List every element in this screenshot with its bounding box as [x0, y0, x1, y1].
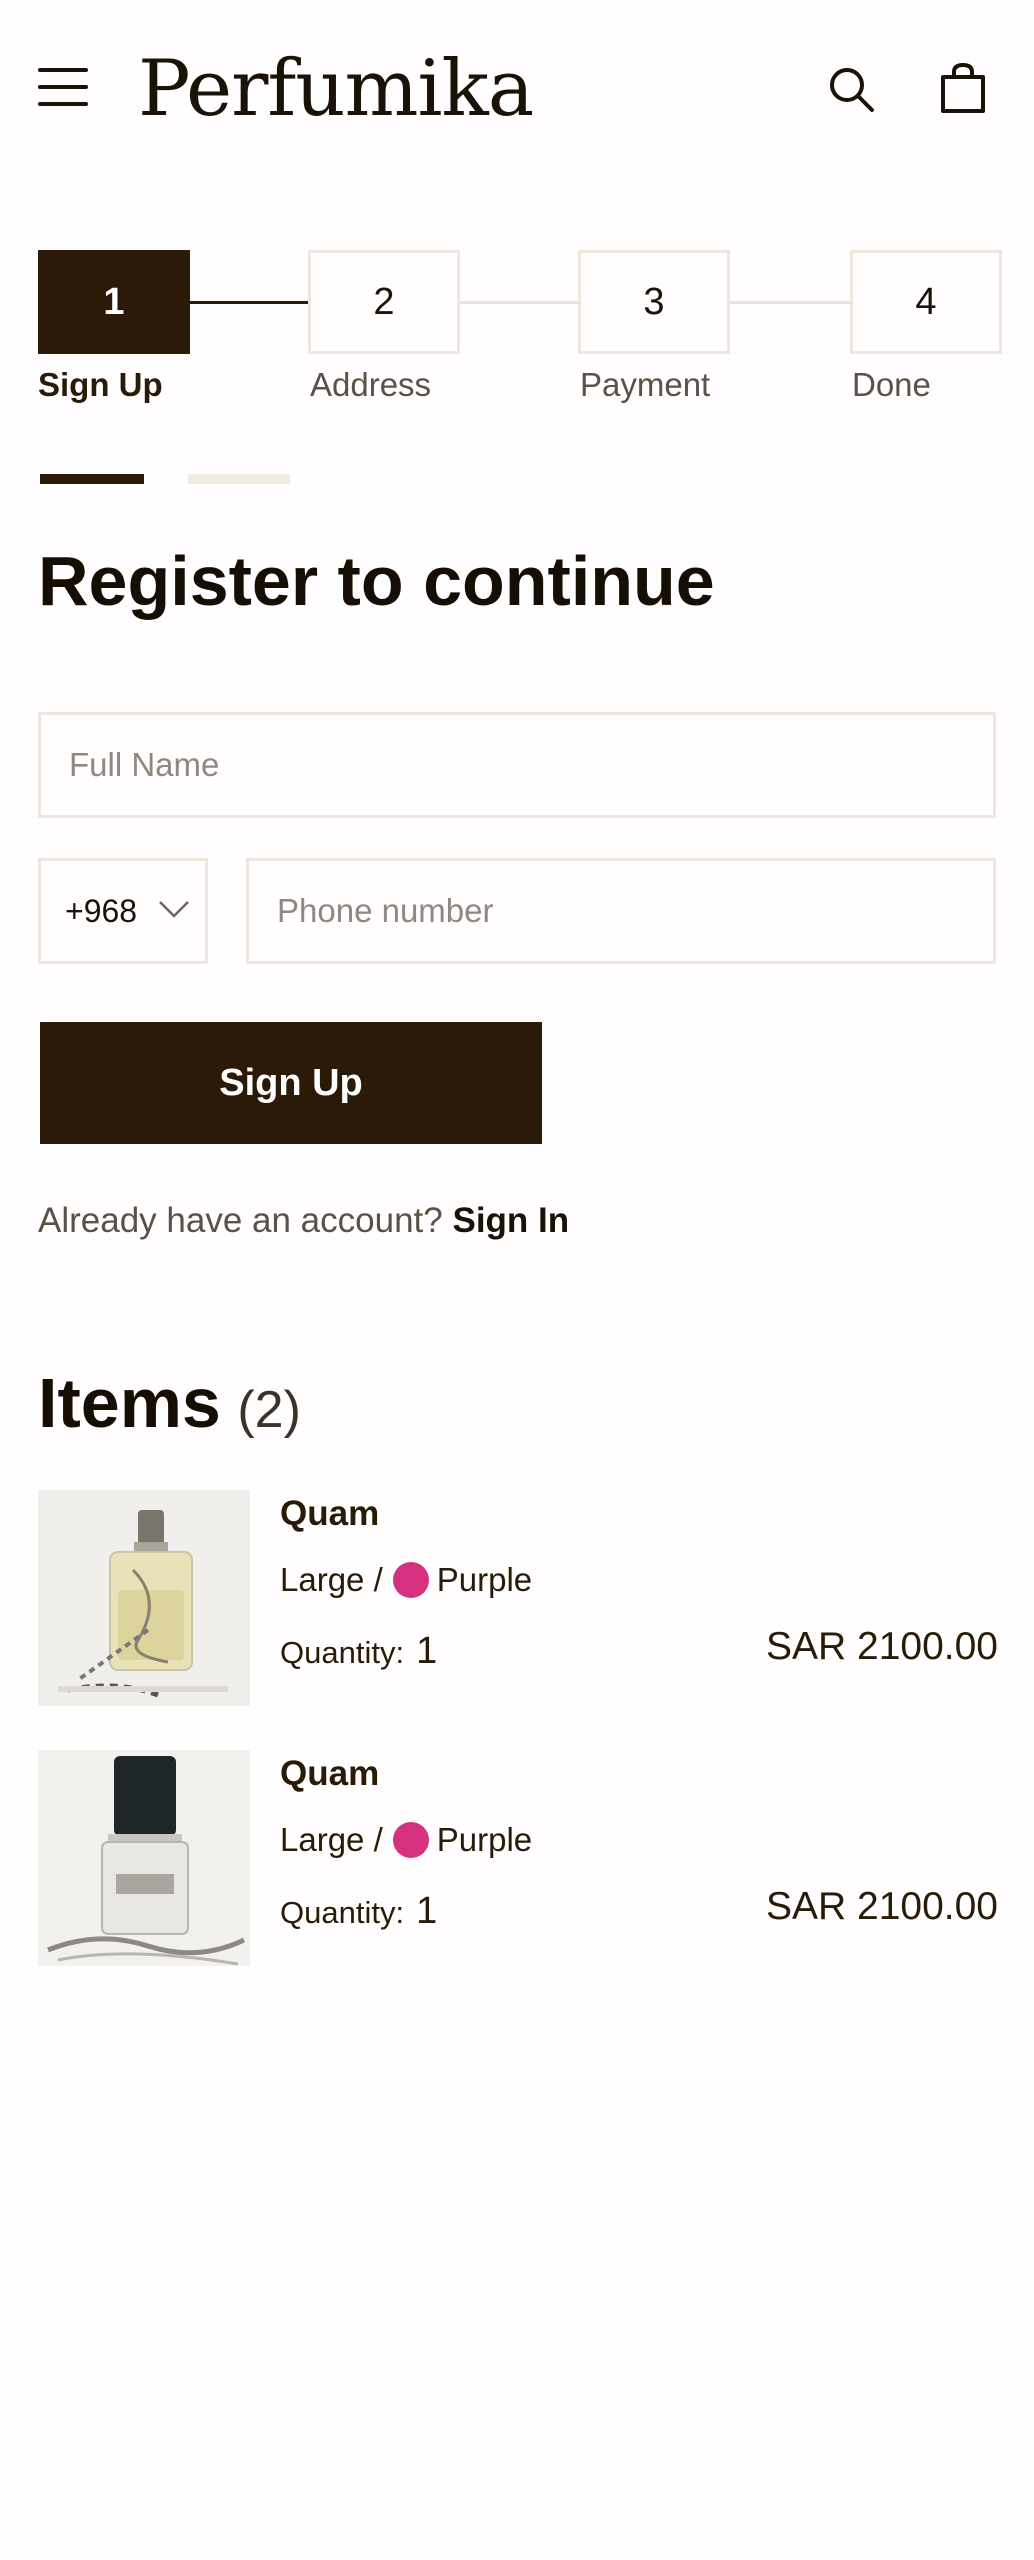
- checkout-stepper: 1 2 3 4 Sign Up Address Payment Done: [38, 250, 1002, 410]
- step-3-label: Payment: [580, 366, 711, 403]
- quantity-value: 1: [416, 1630, 438, 1672]
- item-size: Large /: [280, 1821, 383, 1858]
- page-title: Register to continue: [38, 542, 715, 620]
- step-4-box[interactable]: 4: [850, 250, 1002, 354]
- quantity-label: Quantity:: [280, 1635, 405, 1670]
- chevron-down-icon: [159, 901, 189, 918]
- quantity-value: 1: [416, 1890, 438, 1932]
- item-variant: Large / Purple: [280, 1556, 532, 1604]
- items-count: (2): [237, 1381, 301, 1439]
- product-image[interactable]: [38, 1490, 250, 1706]
- item-color: Purple: [436, 1821, 533, 1858]
- country-code-select[interactable]: +968: [38, 858, 208, 964]
- step-1-label: Sign Up: [38, 366, 163, 403]
- item-quantity: Quantity: 1: [280, 1626, 437, 1678]
- step-3-box[interactable]: 3: [578, 250, 730, 354]
- full-name-field[interactable]: [38, 712, 996, 818]
- site-header: Perfumika: [0, 0, 1034, 180]
- progress-indicator-active: [40, 474, 144, 484]
- product-image[interactable]: [38, 1750, 250, 1966]
- item-price: SAR 2100.00: [765, 1885, 998, 1928]
- search-icon[interactable]: [826, 64, 876, 114]
- step-2-label: Address: [310, 366, 432, 403]
- step-connector: [190, 301, 308, 304]
- signin-prompt: Already have an account? Sign In: [38, 1196, 569, 1246]
- shopping-bag-icon[interactable]: [938, 62, 988, 114]
- item-name: Quam: [280, 1494, 380, 1533]
- cart-item: Quam Large / Purple Quantity: 1 SAR 2100.…: [38, 1490, 998, 1706]
- account-prompt-text: Already have an account?: [38, 1201, 443, 1240]
- item-quantity: Quantity: 1: [280, 1886, 437, 1938]
- color-swatch: [392, 1822, 429, 1858]
- step-2-box[interactable]: 2: [308, 250, 460, 354]
- item-variant: Large / Purple: [280, 1816, 532, 1864]
- step-connector: [730, 301, 850, 304]
- sign-up-button[interactable]: Sign Up: [40, 1022, 542, 1144]
- step-1-box[interactable]: 1: [38, 250, 190, 354]
- items-title: Items: [38, 1364, 221, 1442]
- step-4-label: Done: [852, 366, 931, 403]
- color-swatch: [392, 1562, 429, 1598]
- phone-number-field[interactable]: [246, 858, 996, 964]
- item-price: SAR 2100.00: [765, 1625, 998, 1668]
- item-color: Purple: [436, 1561, 533, 1598]
- sign-in-link[interactable]: Sign In: [452, 1201, 569, 1240]
- site-logo[interactable]: Perfumika: [138, 40, 534, 138]
- quantity-label: Quantity:: [280, 1895, 405, 1930]
- hamburger-menu-icon[interactable]: [38, 66, 90, 110]
- item-size: Large /: [280, 1561, 383, 1598]
- items-heading: Items (2): [38, 1358, 301, 1468]
- country-code-value: +968: [65, 892, 138, 929]
- cart-item: Quam Large / Purple Quantity: 1 SAR 2100.…: [38, 1750, 998, 1966]
- progress-indicator-inactive: [188, 474, 290, 484]
- step-connector: [460, 301, 578, 304]
- item-name: Quam: [280, 1754, 380, 1793]
